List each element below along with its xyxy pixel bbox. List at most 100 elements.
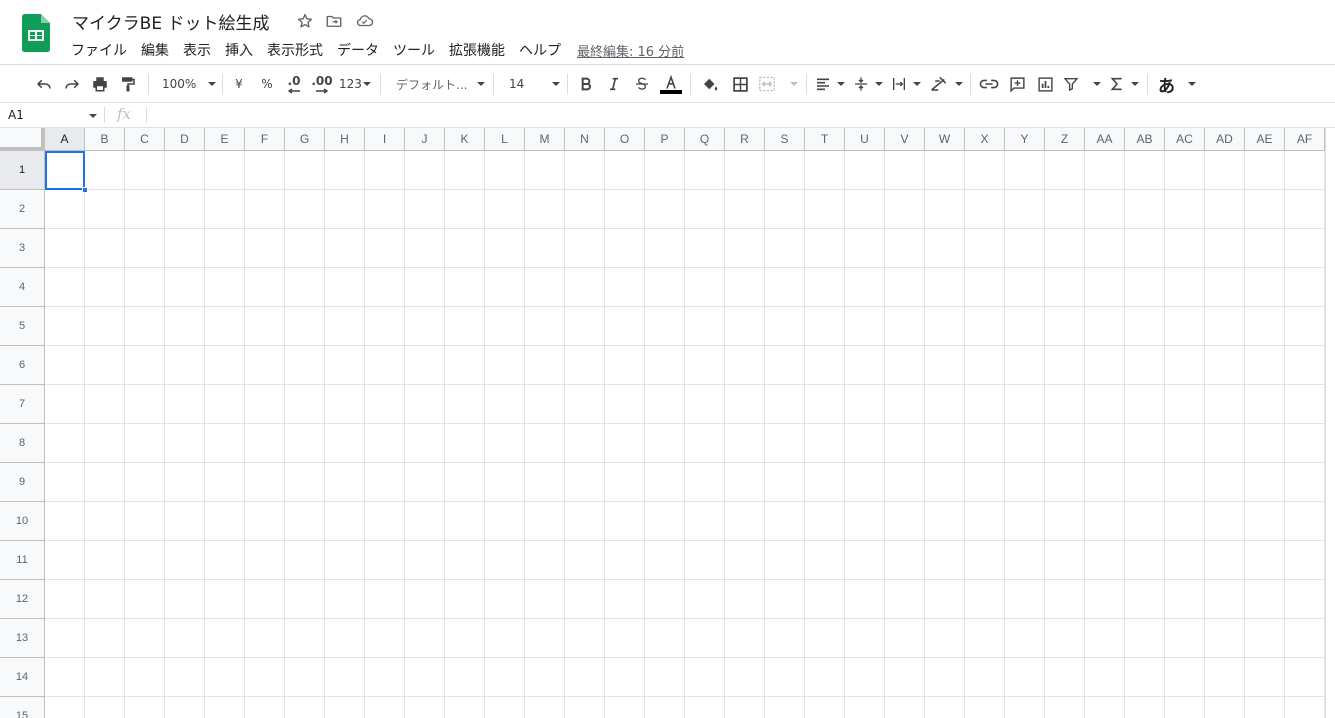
input-tools-button[interactable]: あ [1158,73,1196,97]
cell-area[interactable] [45,151,1325,718]
redo-icon[interactable] [62,73,82,95]
column-header[interactable]: N [565,128,605,151]
vertical-align-button[interactable] [853,73,883,95]
vertical-scrollbar[interactable] [1325,128,1335,718]
menu-file[interactable]: ファイル [64,40,134,60]
filter-button[interactable] [1063,73,1101,95]
row-header[interactable]: 9 [0,463,45,502]
merge-cells-button[interactable] [758,73,798,95]
row-header[interactable]: 14 [0,658,45,697]
menu-view[interactable]: 表示 [176,40,218,60]
column-header[interactable]: AD [1205,128,1245,151]
row-header[interactable]: 13 [0,619,45,658]
active-cell-a1[interactable] [45,151,85,190]
decrease-decimal-button[interactable]: .0 [283,73,305,95]
increase-decimal-button[interactable]: .00 [310,73,334,95]
column-header[interactable]: AE [1245,128,1285,151]
menu-insert[interactable]: 挿入 [218,40,260,60]
column-header[interactable]: P [645,128,685,151]
column-header[interactable]: AC [1165,128,1205,151]
paint-format-icon[interactable] [118,73,138,95]
column-header[interactable]: K [445,128,485,151]
italic-icon[interactable] [604,73,624,95]
row-header[interactable]: 2 [0,190,45,229]
column-header[interactable]: H [325,128,365,151]
column-header[interactable]: C [125,128,165,151]
row-header[interactable]: 6 [0,346,45,385]
percent-format-button[interactable]: % [258,73,276,95]
column-header[interactable]: Z [1045,128,1085,151]
borders-icon[interactable] [730,73,750,95]
column-header[interactable]: G [285,128,325,151]
document-title[interactable]: マイクラBE ドット絵生成 [72,9,269,34]
horizontal-align-button[interactable] [815,73,845,95]
menu-format[interactable]: 表示形式 [260,40,330,60]
text-wrap-button[interactable] [891,73,921,95]
undo-icon[interactable] [34,73,54,95]
column-header[interactable]: V [885,128,925,151]
column-header[interactable]: D [165,128,205,151]
column-header[interactable]: R [725,128,765,151]
strikethrough-icon[interactable] [632,73,652,95]
menu-data[interactable]: データ [330,40,386,60]
menu-tools[interactable]: ツール [386,40,442,60]
toolbar-divider [806,74,807,95]
chevron-down-icon[interactable] [89,114,97,118]
row-header[interactable]: 5 [0,307,45,346]
column-header[interactable]: Q [685,128,725,151]
currency-format-button[interactable]: ¥ [230,73,248,95]
column-header[interactable]: X [965,128,1005,151]
sheets-logo-icon[interactable] [22,14,50,52]
font-family-select[interactable]: デフォルト... [392,73,485,95]
insert-chart-icon[interactable] [1035,73,1055,95]
name-box[interactable]: A1 [0,103,100,127]
column-header[interactable]: W [925,128,965,151]
row-header[interactable]: 12 [0,580,45,619]
cloud-saved-icon[interactable] [355,12,374,30]
column-header[interactable]: I [365,128,405,151]
column-header[interactable]: O [605,128,645,151]
fill-handle[interactable] [82,187,88,193]
menu-edit[interactable]: 編集 [134,40,176,60]
column-header[interactable]: AA [1085,128,1125,151]
row-header[interactable]: 8 [0,424,45,463]
row-header[interactable]: 1 [0,151,45,190]
menu-extensions[interactable]: 拡張機能 [442,40,512,60]
column-header[interactable]: J [405,128,445,151]
column-header[interactable]: B [85,128,125,151]
row-header[interactable]: 15 [0,697,45,718]
print-icon[interactable] [90,73,110,95]
bold-icon[interactable] [576,73,596,95]
star-icon[interactable] [296,12,314,30]
column-header[interactable]: Y [1005,128,1045,151]
column-header[interactable]: AF [1285,128,1325,151]
insert-comment-icon[interactable] [1007,73,1027,95]
more-formats-button[interactable]: 123 [339,73,371,95]
move-folder-icon[interactable] [325,12,343,30]
column-header[interactable]: M [525,128,565,151]
row-header[interactable]: 7 [0,385,45,424]
row-header[interactable]: 4 [0,268,45,307]
column-header[interactable]: E [205,128,245,151]
row-header[interactable]: 11 [0,541,45,580]
column-header[interactable]: S [765,128,805,151]
column-header[interactable]: T [805,128,845,151]
last-edit-link[interactable]: 最終編集: 16 分前 [577,41,684,60]
menu-help[interactable]: ヘルプ [512,40,568,60]
column-header[interactable]: L [485,128,525,151]
column-header[interactable]: U [845,128,885,151]
fill-color-icon[interactable] [700,73,720,95]
column-header[interactable]: F [245,128,285,151]
zoom-select[interactable]: 100% [158,73,216,95]
functions-button[interactable] [1109,73,1139,95]
column-header[interactable]: A [45,128,85,151]
select-all-corner[interactable] [0,128,45,151]
text-color-button[interactable] [660,73,682,95]
row-header[interactable]: 3 [0,229,45,268]
insert-link-icon[interactable] [978,73,1000,95]
formula-input[interactable] [150,103,1330,127]
column-header[interactable]: AB [1125,128,1165,151]
font-size-select[interactable]: 14 [505,73,560,95]
text-rotation-button[interactable] [929,73,963,95]
row-header[interactable]: 10 [0,502,45,541]
